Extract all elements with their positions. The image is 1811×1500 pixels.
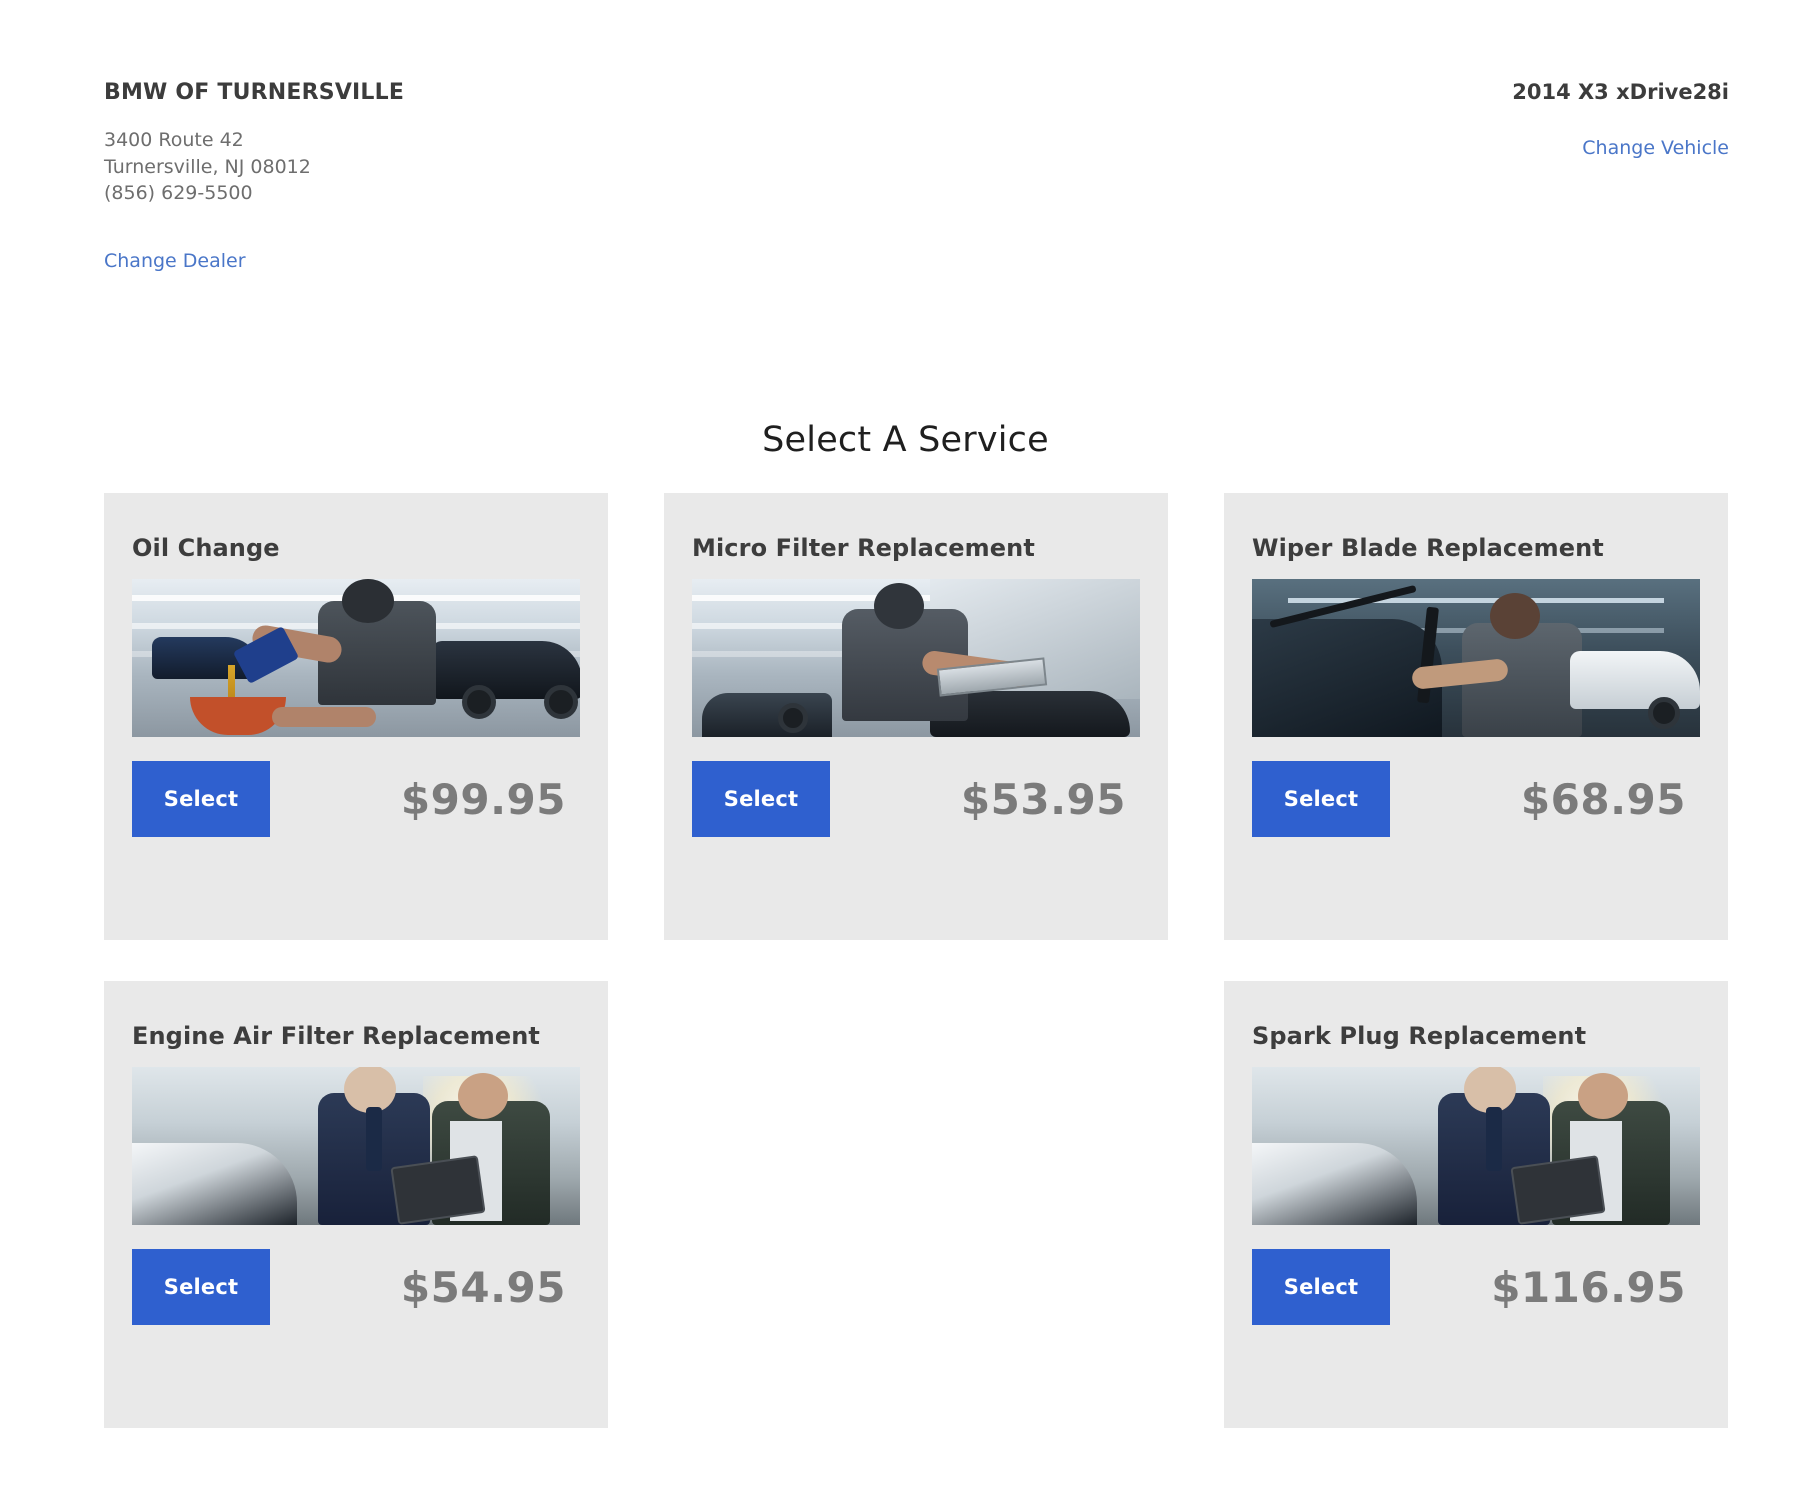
service-card-engine-air-filter-replacement[interactable]: Engine Air Filter Replacement Select $54… [104,981,608,1428]
service-selection-page: BMW OF TURNERSVILLE 3400 Route 42 Turner… [0,0,1811,1500]
vehicle-info-block: 2014 X3 xDrive28i Change Vehicle [1512,80,1729,159]
dealer-address-line-1: 3400 Route 42 [104,129,244,152]
vehicle-name: 2014 X3 xDrive28i [1512,80,1729,104]
service-card-micro-filter-replacement[interactable]: Micro Filter Replacement Select $53.95 [664,493,1168,940]
card-action-row: Select $116.95 [1252,1249,1700,1325]
service-price: $53.95 [960,774,1126,824]
service-title: Spark Plug Replacement [1252,1022,1587,1050]
change-vehicle-link[interactable]: Change Vehicle [1582,137,1729,159]
dealer-name: BMW OF TURNERSVILLE [104,80,405,105]
card-action-row: Select $53.95 [692,761,1140,837]
engine-air-filter-replacement-photo [132,1067,580,1225]
service-card-grid: Oil Change Select $99.95 Micro Filter Re… [104,493,1729,1428]
page-title: Select A Service [762,420,1049,460]
select-button-wiper-blade-replacement[interactable]: Select [1252,761,1390,837]
service-title: Micro Filter Replacement [692,534,1035,562]
micro-filter-replacement-photo [692,579,1140,737]
select-button-oil-change[interactable]: Select [132,761,270,837]
oil-change-photo [132,579,580,737]
dealer-address-line-2: Turnersville, NJ 08012 [104,155,311,178]
page-header: BMW OF TURNERSVILLE 3400 Route 42 Turner… [104,80,1729,272]
service-price: $99.95 [400,774,566,824]
service-price: $68.95 [1520,774,1686,824]
service-price: $116.95 [1491,1262,1686,1312]
spark-plug-replacement-photo [1252,1067,1700,1225]
dealer-phone: (856) 629-5500 [104,181,253,204]
service-title: Engine Air Filter Replacement [132,1022,540,1050]
service-price: $54.95 [400,1262,566,1312]
select-button-spark-plug-replacement[interactable]: Select [1252,1249,1390,1325]
service-title: Oil Change [132,534,280,562]
select-button-micro-filter-replacement[interactable]: Select [692,761,830,837]
service-card-oil-change[interactable]: Oil Change Select $99.95 [104,493,608,940]
change-dealer-link[interactable]: Change Dealer [104,250,246,272]
card-action-row: Select $54.95 [132,1249,580,1325]
service-card-wiper-blade-replacement[interactable]: Wiper Blade Replacement Select $68.95 [1224,493,1728,940]
empty-grid-slot [664,981,1168,1428]
service-card-spark-plug-replacement[interactable]: Spark Plug Replacement Select $116.95 [1224,981,1728,1428]
wiper-blade-replacement-photo [1252,579,1700,737]
card-action-row: Select $99.95 [132,761,580,837]
card-action-row: Select $68.95 [1252,761,1700,837]
select-button-engine-air-filter-replacement[interactable]: Select [132,1249,270,1325]
service-title: Wiper Blade Replacement [1252,534,1604,562]
dealer-info-block: BMW OF TURNERSVILLE 3400 Route 42 Turner… [104,80,404,272]
